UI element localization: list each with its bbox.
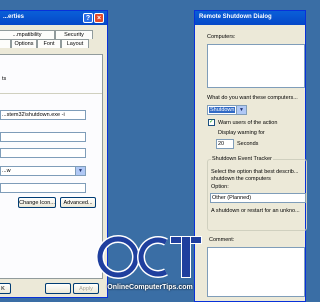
action-prompt: What do you want these computers... — [207, 95, 298, 101]
help-button[interactable]: ? — [83, 13, 93, 23]
comment-label: Comment: — [209, 237, 235, 243]
tab-security[interactable]: Security — [55, 30, 93, 39]
option-select[interactable]: Other (Planned) — [210, 193, 306, 203]
action-select[interactable]: Shutdown ▼ — [207, 105, 247, 115]
shutdown-dialog-title: Remote Shutdown Dialog — [199, 14, 272, 20]
tab-layout[interactable]: Layout — [61, 39, 89, 48]
checkmark-icon: ✓ — [209, 119, 215, 125]
shortcut-key-field[interactable] — [0, 148, 86, 158]
chevron-down-icon: ▼ — [75, 167, 85, 175]
cancel-button[interactable] — [45, 283, 71, 294]
computers-label: Computers: — [207, 34, 236, 40]
event-tracker-title: Shutdown Event Tracker — [211, 156, 273, 162]
seconds-label: Seconds — [237, 141, 259, 147]
logo-t-stem — [182, 237, 190, 277]
option-value: Other (Planned) — [212, 195, 252, 201]
display-warning-label: Display warning for — [218, 130, 265, 136]
remote-shutdown-dialog: Remote Shutdown Dialog Computers: What d… — [194, 10, 307, 302]
ok-button[interactable]: K — [0, 283, 11, 294]
warn-checkbox[interactable]: ✓ — [208, 119, 215, 126]
tab-compatibility[interactable]: ...mpatibility — [0, 30, 55, 39]
properties-title: ...erties — [3, 14, 25, 20]
advanced-button[interactable]: Advanced... — [60, 197, 96, 208]
properties-dialog: ...erties ? × ...mpatibility Security Op… — [0, 10, 108, 298]
comment-field[interactable] — [0, 183, 86, 193]
event-tracker-group: Shutdown Event Tracker Select the option… — [207, 156, 307, 231]
label-fragment: ts — [2, 76, 7, 82]
warning-seconds-input[interactable]: 20 — [216, 139, 234, 149]
properties-title-bar[interactable]: ...erties ? × — [0, 11, 107, 25]
tracker-description: Select the option that best describ... — [211, 169, 299, 175]
tab-font[interactable]: Font — [37, 39, 61, 48]
computers-list[interactable] — [207, 44, 305, 88]
run-value: ...w — [2, 168, 11, 174]
oct-logo — [96, 235, 202, 279]
close-icon: × — [96, 15, 102, 22]
start-in-field[interactable] — [0, 132, 86, 142]
comment-textarea[interactable] — [207, 247, 305, 297]
tab-options[interactable]: Options — [11, 39, 37, 48]
shortcut-tab-panel: ts ...stem32\shutdown.exe -i ...w ▼ Chan… — [0, 54, 103, 279]
change-icon-button[interactable]: Change Icon... — [18, 197, 56, 208]
tracker-description-2: shutdown the computers — [211, 176, 271, 182]
chevron-down-icon: ▼ — [236, 106, 246, 114]
option-description: A shutdown or restart for an unkno... — [211, 208, 300, 214]
action-value: Shutdown — [209, 107, 236, 113]
shutdown-title-bar[interactable]: Remote Shutdown Dialog — [195, 11, 305, 25]
warn-label: Warn users of the action — [218, 120, 278, 126]
tab-general[interactable] — [0, 39, 11, 48]
option-label: Option: — [211, 184, 229, 190]
divider — [0, 93, 102, 94]
help-icon: ? — [85, 15, 91, 22]
logo-o — [97, 236, 139, 278]
target-field[interactable]: ...stem32\shutdown.exe -i — [0, 110, 86, 120]
logo-text: OnlineComputerTips.com — [107, 284, 193, 291]
close-button[interactable]: × — [94, 13, 104, 23]
run-select[interactable]: ...w ▼ — [0, 166, 86, 176]
